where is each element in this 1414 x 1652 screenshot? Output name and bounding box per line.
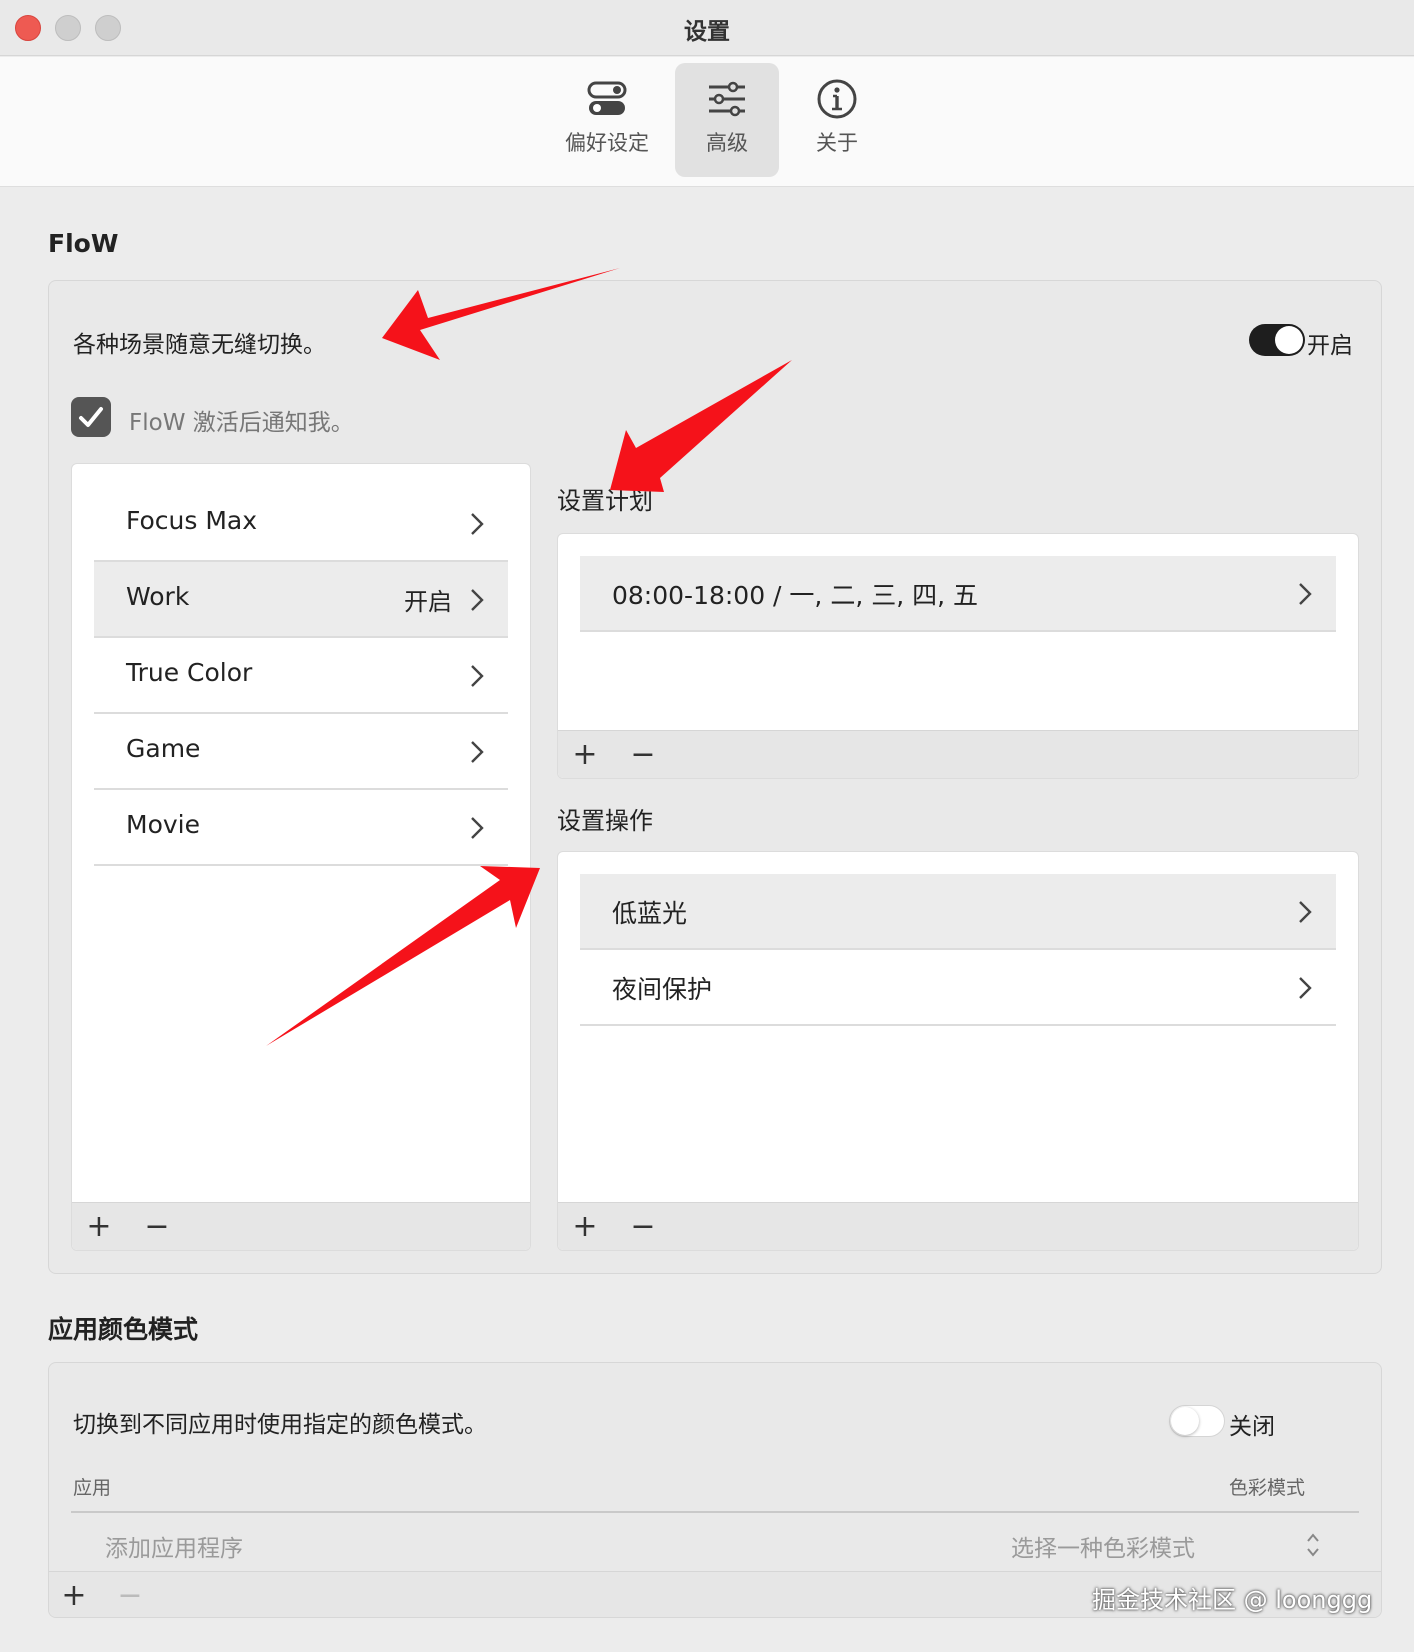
annotation-arrow [382,268,620,360]
annotation-arrow [266,866,540,1046]
annotation-arrows [266,268,792,1046]
annotation-arrow [610,360,792,492]
